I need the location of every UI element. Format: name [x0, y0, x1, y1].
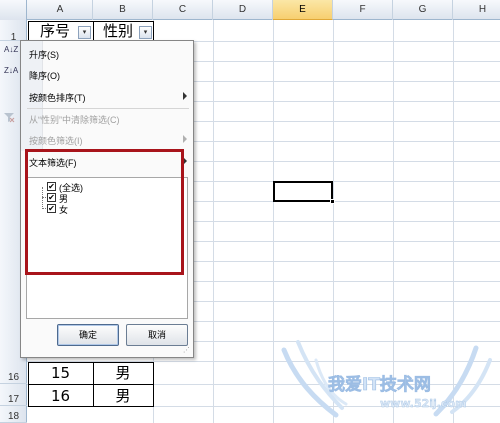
- select-all-corner[interactable]: [0, 0, 27, 20]
- menu-item-label: 降序(O): [29, 71, 60, 81]
- filter-dropdown-b[interactable]: ▾: [139, 26, 152, 39]
- cancel-button[interactable]: 取消: [126, 324, 188, 346]
- menu-item-label: 从“性别”中清除筛选(C): [29, 115, 120, 125]
- column-header-row: A B C D E F G H: [0, 0, 500, 20]
- menu-item-sort-descending[interactable]: Z↓A 降序(O): [4, 65, 193, 85]
- cell-divider: [93, 21, 94, 42]
- active-cell-e8[interactable]: [273, 181, 333, 202]
- column-header-c[interactable]: C: [153, 0, 213, 20]
- menu-item-clear-filter[interactable]: 从“性别”中清除筛选(C): [4, 109, 193, 129]
- cell-b17[interactable]: 男: [93, 385, 153, 407]
- ok-button[interactable]: 确定: [57, 324, 119, 346]
- row-header-16[interactable]: 16: [0, 362, 27, 384]
- cell-b1[interactable]: 性别: [97, 21, 139, 41]
- cell-a1[interactable]: 序号: [32, 21, 78, 41]
- sort-ascending-icon: A↓Z: [4, 45, 19, 54]
- menu-item-sort-by-color[interactable]: 按颜色排序(T): [21, 87, 193, 107]
- cell-a17[interactable]: 16: [28, 385, 93, 407]
- menu-item-sort-ascending[interactable]: A↓Z 升序(S): [4, 44, 193, 64]
- menu-item-filter-by-color[interactable]: 按颜色筛选(I): [21, 130, 193, 150]
- row-header-1[interactable]: 1: [0, 21, 27, 43]
- fill-handle[interactable]: [330, 199, 335, 204]
- cell-a16[interactable]: 15: [28, 362, 93, 384]
- column-header-f[interactable]: F: [333, 0, 393, 20]
- row-header-17[interactable]: 17: [0, 384, 27, 406]
- column-header-e[interactable]: E: [273, 0, 333, 20]
- column-header-a[interactable]: A: [28, 0, 93, 20]
- menu-item-label: 按颜色排序(T): [29, 93, 86, 103]
- submenu-arrow-icon: [183, 135, 187, 143]
- menu-item-label: 按颜色筛选(I): [29, 136, 83, 146]
- menu-item-label: 升序(S): [29, 50, 59, 60]
- cell-b16[interactable]: 男: [93, 362, 153, 384]
- column-header-b[interactable]: B: [93, 0, 153, 20]
- column-header-h[interactable]: H: [453, 0, 500, 20]
- filter-dropdown-a[interactable]: ▾: [78, 26, 91, 39]
- annotation-highlight-frame: [25, 149, 184, 275]
- resize-grip-icon[interactable]: ⋰: [183, 347, 191, 355]
- submenu-arrow-icon: [183, 92, 187, 100]
- column-header-d[interactable]: D: [213, 0, 273, 20]
- clear-filter-icon: [4, 113, 15, 123]
- row-header-18[interactable]: 18: [0, 406, 27, 423]
- column-header-g[interactable]: G: [393, 0, 453, 20]
- sort-descending-icon: Z↓A: [4, 66, 19, 75]
